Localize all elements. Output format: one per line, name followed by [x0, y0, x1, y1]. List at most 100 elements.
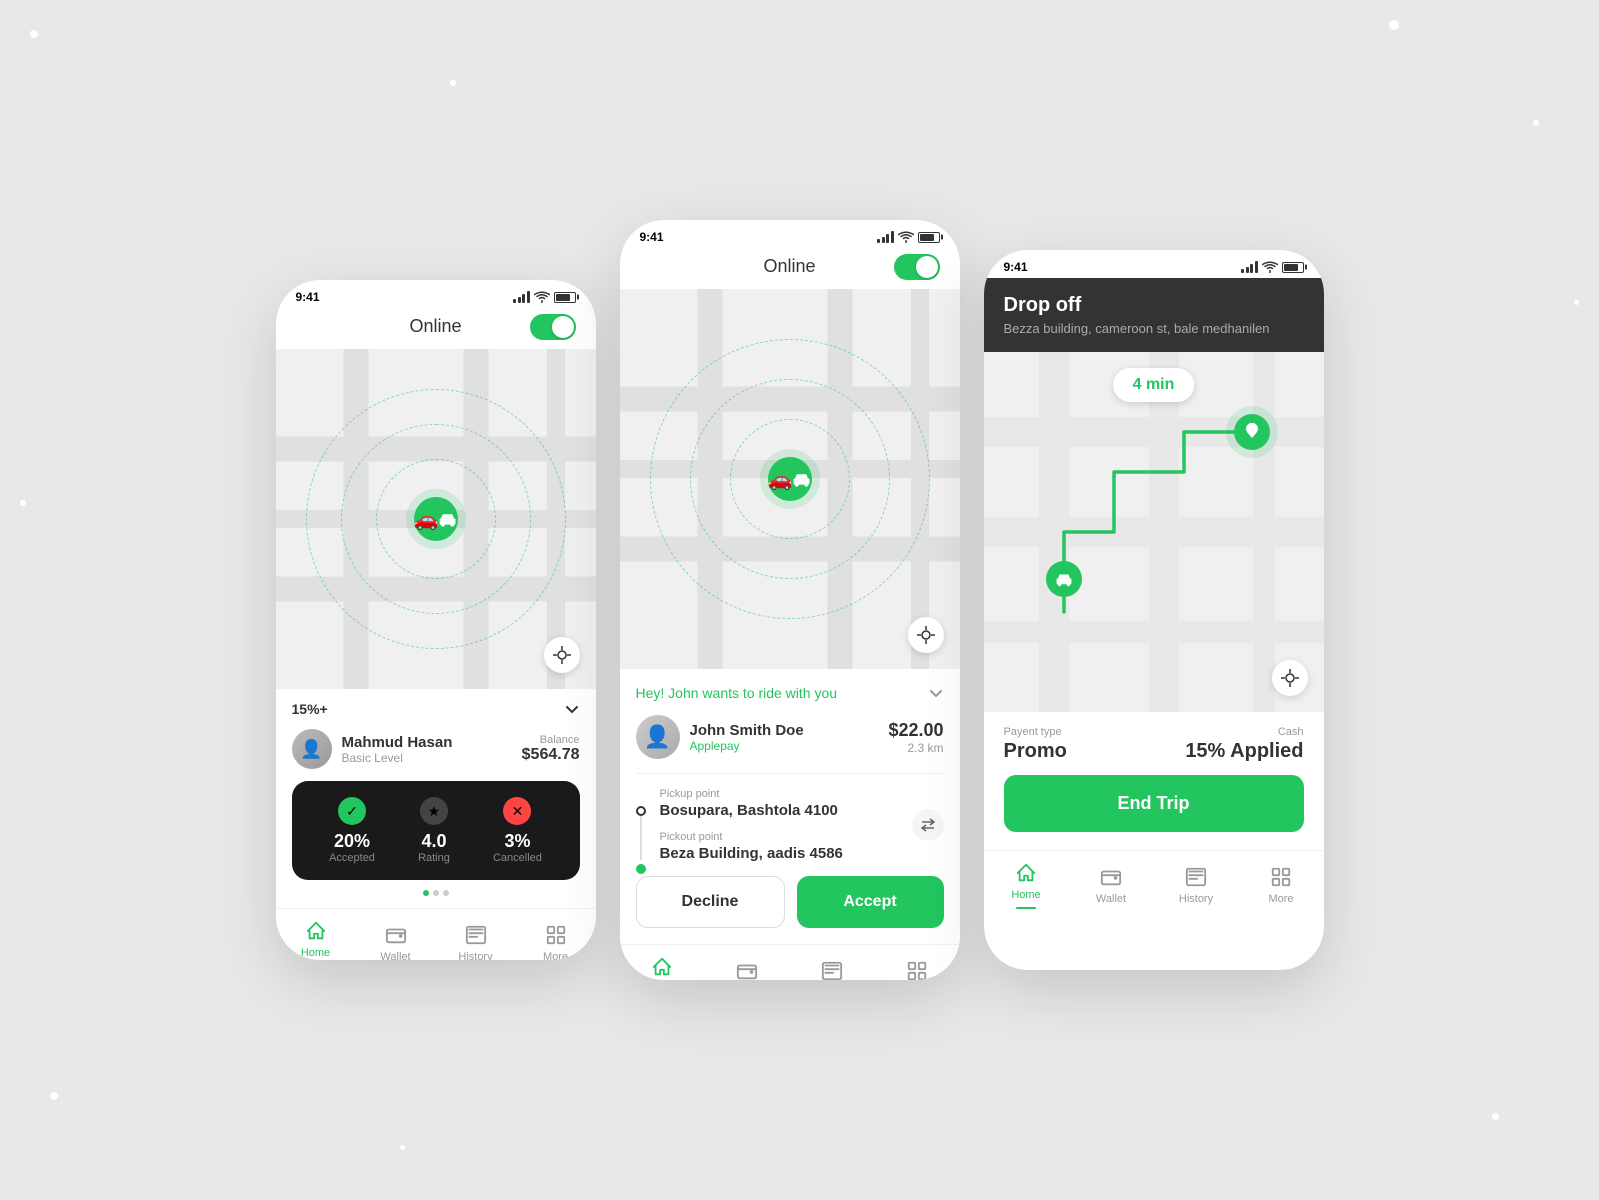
nav-wallet-center[interactable]: Wallet — [705, 959, 790, 980]
nav-more-center[interactable]: More — [875, 959, 960, 980]
payment-type-section: Payent type Promo — [1004, 726, 1067, 763]
bottom-nav-right: Home Wallet — [984, 850, 1324, 925]
passenger-row: 👤 John Smith Doe Applepay $22.00 2.3 km — [636, 715, 944, 774]
phone-center: 9:41 Online — [620, 220, 960, 980]
ride-request-header: Hey! John wants to ride with you — [636, 685, 944, 701]
battery-icon-left — [554, 292, 576, 303]
destination-pin — [1234, 414, 1270, 450]
more-label-right: More — [1268, 893, 1293, 905]
trip-info-panel: Payent type Promo Cash 15% Applied End T… — [984, 712, 1324, 850]
pickup-section: Pickup point Bosupara, Bashtola 4100 — [660, 788, 944, 819]
nav-more-left[interactable]: More — [516, 923, 596, 960]
dot-2 — [443, 890, 449, 896]
end-trip-button[interactable]: End Trip — [1004, 775, 1304, 832]
surge-bar[interactable]: 15%+ — [292, 701, 580, 717]
payment-type-value: Promo — [1004, 740, 1067, 763]
time-right: 9:41 — [1004, 260, 1028, 274]
nav-history-left[interactable]: History — [436, 923, 516, 960]
eta-label: 4 min — [1133, 376, 1175, 393]
nav-history-center[interactable]: History — [790, 959, 875, 980]
status-bar-left: 9:41 — [276, 280, 596, 308]
nav-home-center[interactable]: Home — [620, 955, 705, 980]
map-area-left — [276, 349, 596, 689]
map-area-center — [620, 289, 960, 669]
nav-more-right[interactable]: More — [1239, 865, 1324, 905]
fare-amount: $22.00 — [888, 720, 943, 741]
time-left: 9:41 — [296, 290, 320, 304]
crosshair-btn-right[interactable] — [1272, 660, 1308, 696]
signal-icon-left — [513, 291, 530, 303]
chevron-down-icon-center — [928, 685, 944, 701]
payment-row: Payent type Promo Cash 15% Applied — [1004, 726, 1304, 763]
battery-icon-right — [1282, 262, 1304, 273]
history-icon-left — [464, 923, 488, 947]
phone-left: 9:41 Online — [276, 280, 596, 960]
home-icon-center — [650, 955, 674, 979]
phone-right: 9:41 Drop off Bezza building, cameroon s… — [984, 250, 1324, 970]
more-icon-right — [1269, 865, 1293, 889]
phone-header-left: Online — [276, 308, 596, 349]
car-in-trip — [1046, 561, 1082, 597]
nav-home-left[interactable]: Home — [276, 919, 356, 960]
nav-history-right[interactable]: History — [1154, 865, 1239, 905]
driver-name: Mahmud Hasan — [342, 734, 453, 751]
phones-container: 9:41 Online — [276, 220, 1324, 980]
wallet-label-right: Wallet — [1096, 893, 1126, 905]
home-label-left: Home — [301, 947, 330, 959]
signal-icon-right — [1241, 261, 1258, 273]
dot-1 — [433, 890, 439, 896]
battery-icon-center — [918, 232, 940, 243]
car-icon-left — [414, 497, 458, 541]
signal-icon-center — [877, 231, 894, 243]
map-area-right: 4 min — [984, 352, 1324, 712]
fare-info: $22.00 2.3 km — [888, 720, 943, 755]
dot-active — [423, 890, 429, 896]
decline-button[interactable]: Decline — [636, 876, 785, 928]
dropoff-title: Drop off — [1004, 294, 1304, 317]
nav-wallet-right[interactable]: Wallet — [1069, 865, 1154, 905]
accept-button[interactable]: Accept — [797, 876, 944, 928]
rating-value: 4.0 — [418, 831, 450, 852]
nav-wallet-left[interactable]: Wallet — [356, 923, 436, 960]
fare-distance: 2.3 km — [888, 741, 943, 755]
bottom-nav-center: Home Wallet — [620, 944, 960, 980]
status-bar-right: 9:41 — [984, 250, 1324, 278]
toggle-online-center[interactable] — [894, 254, 940, 280]
more-icon-left — [544, 923, 568, 947]
dropoff-dot — [636, 864, 646, 874]
status-icons-left — [513, 291, 576, 303]
dropoff-address: Beza Building, aadis 4586 — [660, 845, 944, 862]
passenger-name: John Smith Doe — [690, 722, 804, 739]
stats-card: ✓ 20% Accepted ★ 4.0 Rating ✕ 3% Cancell… — [292, 781, 580, 880]
driver-text: Mahmud Hasan Basic Level — [342, 734, 453, 765]
pickup-dot — [636, 806, 646, 816]
home-icon-left — [304, 919, 328, 943]
bottom-nav-left: Home Wallet — [276, 908, 596, 960]
wallet-icon-left — [384, 923, 408, 947]
status-icons-center — [877, 231, 940, 243]
driver-info: 👤 Mahmud Hasan Basic Level Balance $564.… — [292, 729, 580, 769]
dropoff-label: Pickout point — [660, 831, 944, 843]
passenger-payment: Applepay — [690, 739, 804, 753]
toggle-online-left[interactable] — [530, 314, 576, 340]
eta-badge: 4 min — [1113, 368, 1195, 402]
crosshair-btn-center[interactable] — [908, 617, 944, 653]
swap-button[interactable] — [912, 809, 944, 841]
ride-request-panel: Hey! John wants to ride with you 👤 John … — [620, 669, 960, 944]
driver-avatar: 👤 — [292, 729, 332, 769]
pickup-label: Pickup point — [660, 788, 944, 800]
bottom-panel-left: 15%+ 👤 Mahmud Hasan Basic Level Balanc — [276, 689, 596, 908]
car-icon-center — [768, 457, 812, 501]
wifi-icon-left — [534, 291, 550, 303]
home-label-right: Home — [1011, 889, 1040, 901]
nav-home-right[interactable]: Home — [984, 861, 1069, 909]
payment-type-label: Payent type — [1004, 726, 1067, 738]
balance-label: Balance — [522, 734, 580, 746]
promo-section: Cash 15% Applied — [1185, 726, 1303, 763]
accepted-value: 20% — [329, 831, 375, 852]
cancelled-value: 3% — [493, 831, 542, 852]
dropoff-address: Bezza building, cameroon st, bale medhan… — [1004, 321, 1304, 336]
crosshair-btn-left[interactable] — [544, 637, 580, 673]
passenger-info: 👤 John Smith Doe Applepay — [636, 715, 804, 759]
accepted-label: Accepted — [329, 852, 375, 864]
